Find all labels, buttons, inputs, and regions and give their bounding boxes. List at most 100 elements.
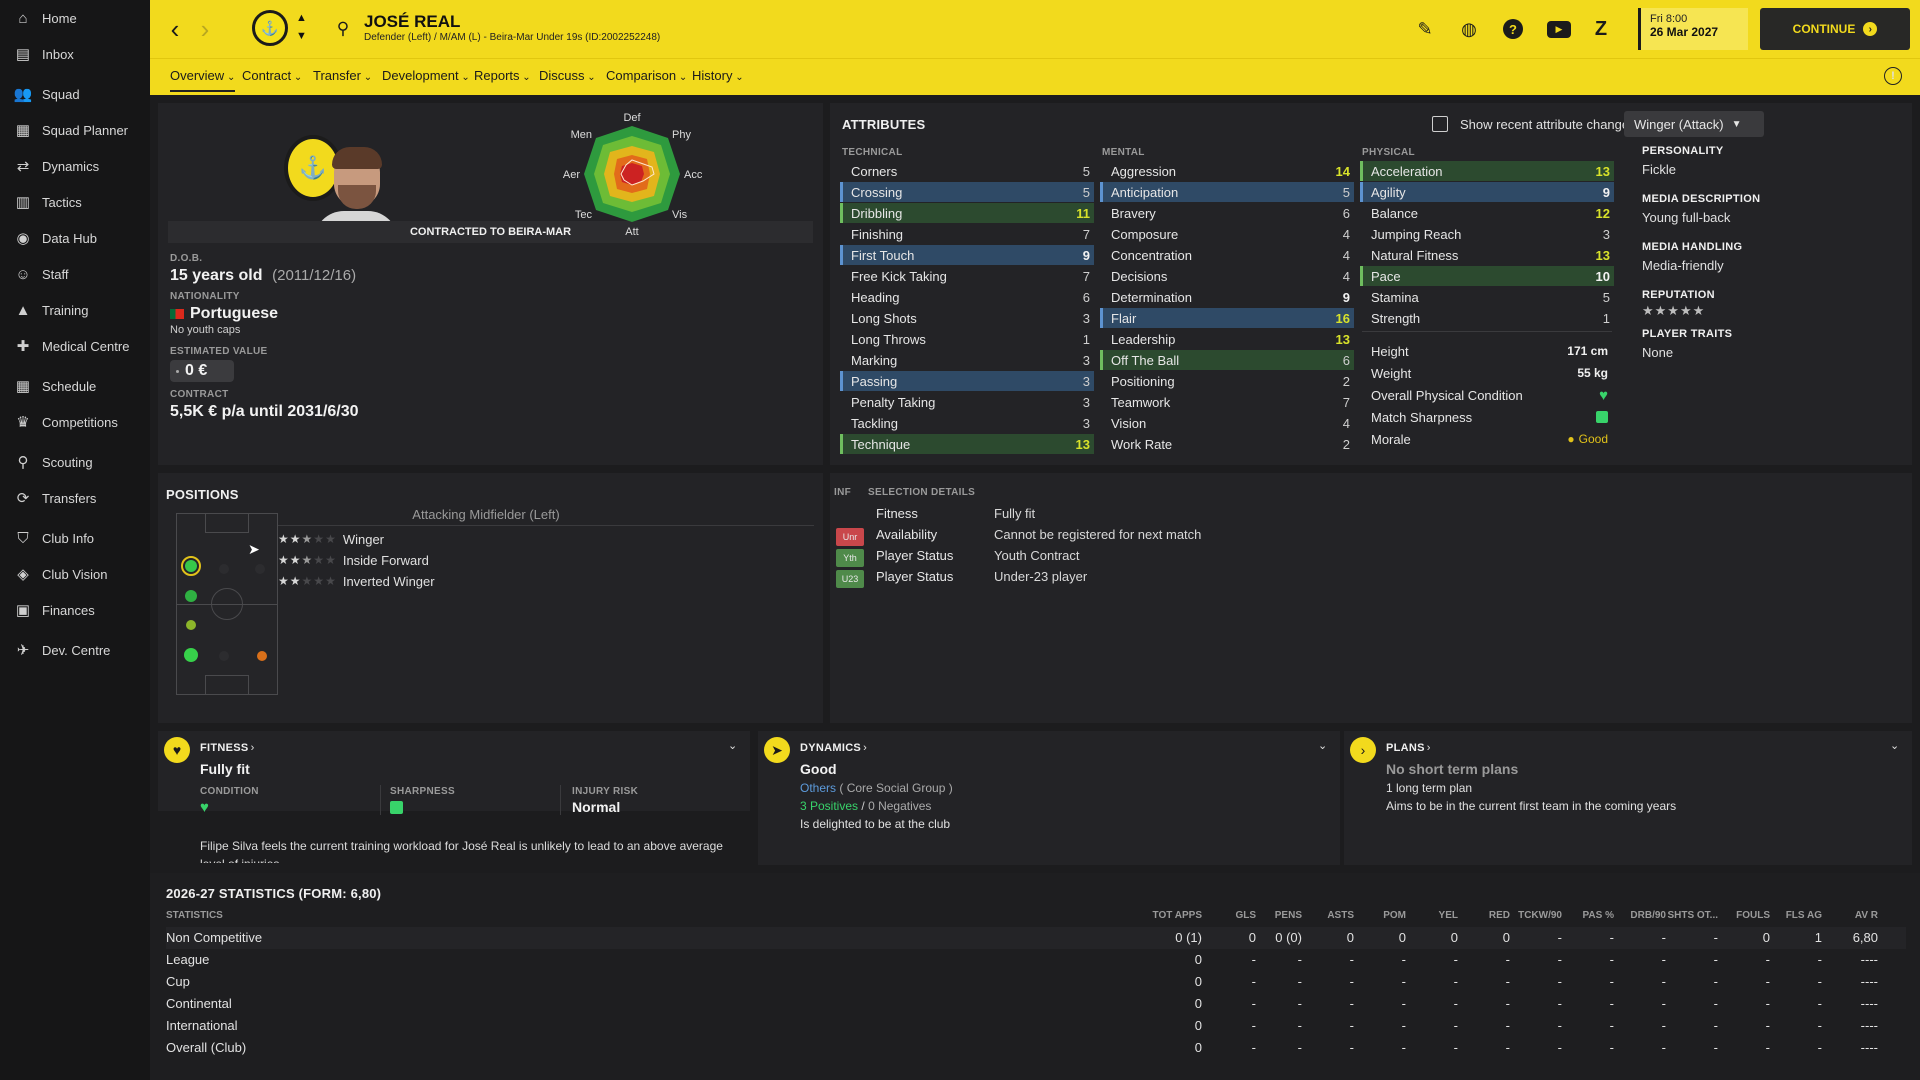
attribute-row[interactable]: Long Throws 1: [840, 329, 1094, 349]
attribute-row[interactable]: Balance 12: [1360, 203, 1614, 223]
sidebar-item-competitions[interactable]: ♛ Competitions: [0, 404, 150, 440]
attribute-row[interactable]: Concentration 4: [1100, 245, 1354, 265]
sidebar-item-medical-centre[interactable]: ✚ Medical Centre: [0, 328, 150, 364]
stats-column-header[interactable]: TCKW/90: [1510, 910, 1562, 921]
sidebar-item-squad-planner[interactable]: ▦ Squad Planner: [0, 112, 150, 148]
attribute-row[interactable]: Dribbling 11: [840, 203, 1094, 223]
fm-logo-icon[interactable]: Z: [1588, 16, 1614, 42]
attribute-row[interactable]: Flair 16: [1100, 308, 1354, 328]
attribute-row[interactable]: Technique 13: [840, 434, 1094, 454]
date-box[interactable]: Fri 8:00 26 Mar 2027: [1638, 8, 1748, 50]
stats-column-header[interactable]: PENS: [1250, 910, 1302, 921]
stats-column-header[interactable]: SHTS OT...: [1666, 910, 1718, 921]
attribute-row[interactable]: Agility 9: [1360, 182, 1614, 202]
sidebar-item-data-hub[interactable]: ◉ Data Hub: [0, 220, 150, 256]
show-changes-checkbox[interactable]: [1432, 116, 1448, 132]
tab-development[interactable]: Development ⌄: [382, 68, 470, 83]
edit-icon[interactable]: ✎: [1412, 16, 1438, 42]
tab-history[interactable]: History ⌄: [692, 68, 744, 83]
table-row[interactable]: International 0- - - - - - - - - - - - ----: [166, 1015, 1906, 1037]
attribute-row[interactable]: Vision 4: [1100, 413, 1354, 433]
stats-column-header[interactable]: YEL: [1406, 910, 1458, 921]
back-arrow-icon[interactable]: ‹: [162, 14, 188, 44]
stats-column-header[interactable]: RED: [1458, 910, 1510, 921]
stats-column-header[interactable]: FOULS: [1718, 910, 1770, 921]
attribute-row[interactable]: Finishing 7: [840, 224, 1094, 244]
table-row[interactable]: Cup 0- - - - - - - - - - - - ----: [166, 971, 1906, 993]
tab-contract[interactable]: Contract ⌄: [242, 68, 302, 83]
plans-link[interactable]: PLANS ›: [1386, 742, 1430, 754]
attribute-row[interactable]: Determination 9: [1100, 287, 1354, 307]
attribute-row[interactable]: Jumping Reach 3: [1360, 224, 1614, 244]
nationality-value[interactable]: Portuguese: [190, 305, 278, 323]
show-changes-label[interactable]: Show recent attribute changes: [1460, 117, 1636, 132]
sidebar-item-inbox[interactable]: ▤ Inbox: [0, 36, 150, 72]
attribute-row[interactable]: Marking 3: [840, 350, 1094, 370]
attribute-row[interactable]: Pace 10: [1360, 266, 1614, 286]
stats-column-header[interactable]: DRB/90: [1614, 910, 1666, 921]
attribute-row[interactable]: Leadership 13: [1100, 329, 1354, 349]
help-icon[interactable]: ?: [1500, 16, 1526, 42]
attribute-row[interactable]: Anticipation 5: [1100, 182, 1354, 202]
group-link[interactable]: Others: [800, 781, 836, 795]
sidebar-item-dev-centre[interactable]: ✈ Dev. Centre: [0, 632, 150, 668]
sidebar-item-training[interactable]: ▲ Training: [0, 292, 150, 328]
attribute-row[interactable]: Stamina 5: [1360, 287, 1614, 307]
negatives[interactable]: 0 Negatives: [868, 799, 931, 813]
fitness-link[interactable]: FITNESS ›: [200, 742, 254, 754]
table-row[interactable]: Non Competitive 0 (1) 0 0 (0) 0 0 0 0 - - - - 0 1 6,80: [166, 927, 1906, 949]
video-icon[interactable]: ▶: [1546, 16, 1572, 42]
attribute-row[interactable]: Work Rate 2: [1100, 434, 1354, 454]
sidebar-item-staff[interactable]: ☺ Staff: [0, 256, 150, 292]
sidebar-item-finances[interactable]: ▣ Finances: [0, 592, 150, 628]
stats-column-header[interactable]: GLS: [1204, 910, 1256, 921]
stats-title[interactable]: 2026-27 STATISTICS (FORM: 6,80): [166, 886, 381, 901]
attribute-row[interactable]: Decisions 4: [1100, 266, 1354, 286]
notification-icon[interactable]: !: [1884, 67, 1902, 85]
stats-column-header[interactable]: ASTS: [1302, 910, 1354, 921]
attribute-row[interactable]: Positioning 2: [1100, 371, 1354, 391]
tab-transfer[interactable]: Transfer ⌄: [313, 68, 372, 83]
sidebar-item-squad[interactable]: 👥 Squad: [0, 76, 150, 112]
attribute-row[interactable]: First Touch 9: [840, 245, 1094, 265]
sidebar-item-scouting[interactable]: ⚲ Scouting: [0, 444, 150, 480]
attribute-row[interactable]: Aggression 14: [1100, 161, 1354, 181]
stats-column-header[interactable]: POM: [1354, 910, 1406, 921]
dynamics-expand-icon[interactable]: ⌄: [1318, 739, 1327, 752]
fitness-expand-icon[interactable]: ⌄: [728, 739, 737, 752]
attribute-row[interactable]: Natural Fitness 13: [1360, 245, 1614, 265]
attribute-row[interactable]: Teamwork 7: [1100, 392, 1354, 412]
sidebar-item-club-info[interactable]: ⛉ Club Info: [0, 520, 150, 556]
attribute-row[interactable]: Corners 5: [840, 161, 1094, 181]
tab-discuss[interactable]: Discuss ⌄: [539, 68, 596, 83]
tab-reports[interactable]: Reports ⌄: [474, 68, 531, 83]
role-row[interactable]: ★★★★★ Inside Forward: [278, 550, 429, 570]
table-row[interactable]: League 0- - - - - - - - - - - - ----: [166, 949, 1906, 971]
attribute-row[interactable]: Strength 1: [1360, 308, 1614, 328]
globe-icon[interactable]: ◍: [1456, 16, 1482, 42]
attribute-row[interactable]: Long Shots 3: [840, 308, 1094, 328]
attribute-row[interactable]: Free Kick Taking 7: [840, 266, 1094, 286]
table-row[interactable]: Overall (Club) 0- - - - - - - - - - - - ----: [166, 1037, 1906, 1059]
player-switch-down-icon[interactable]: ▼: [296, 30, 307, 42]
role-select[interactable]: Winger (Attack) ▼: [1624, 111, 1764, 137]
attribute-row[interactable]: Penalty Taking 3: [840, 392, 1094, 412]
positives[interactable]: 3 Positives: [800, 799, 858, 813]
attribute-row[interactable]: Passing 3: [840, 371, 1094, 391]
plans-expand-icon[interactable]: ⌄: [1890, 739, 1899, 752]
sidebar-item-schedule[interactable]: ▦ Schedule: [0, 368, 150, 404]
table-row[interactable]: Continental 0- - - - - - - - - - - - ----: [166, 993, 1906, 1015]
player-switch-up-icon[interactable]: ▲: [296, 12, 307, 24]
sidebar-item-transfers[interactable]: ⟳ Transfers: [0, 480, 150, 516]
tab-overview[interactable]: Overview ⌄: [170, 68, 236, 92]
sidebar-item-home[interactable]: ⌂ Home: [0, 0, 150, 36]
attribute-row[interactable]: Tackling 3: [840, 413, 1094, 433]
sidebar-item-dynamics[interactable]: ⇄ Dynamics: [0, 148, 150, 184]
attribute-row[interactable]: Composure 4: [1100, 224, 1354, 244]
dynamics-link[interactable]: DYNAMICS ›: [800, 742, 867, 754]
attribute-row[interactable]: Heading 6: [840, 287, 1094, 307]
stats-column-header[interactable]: TOT APPS: [1150, 910, 1202, 921]
role-row[interactable]: ★★★★★ Winger: [278, 529, 384, 549]
continue-button[interactable]: CONTINUE ›: [1760, 8, 1910, 50]
stats-column-header[interactable]: PAS %: [1562, 910, 1615, 921]
